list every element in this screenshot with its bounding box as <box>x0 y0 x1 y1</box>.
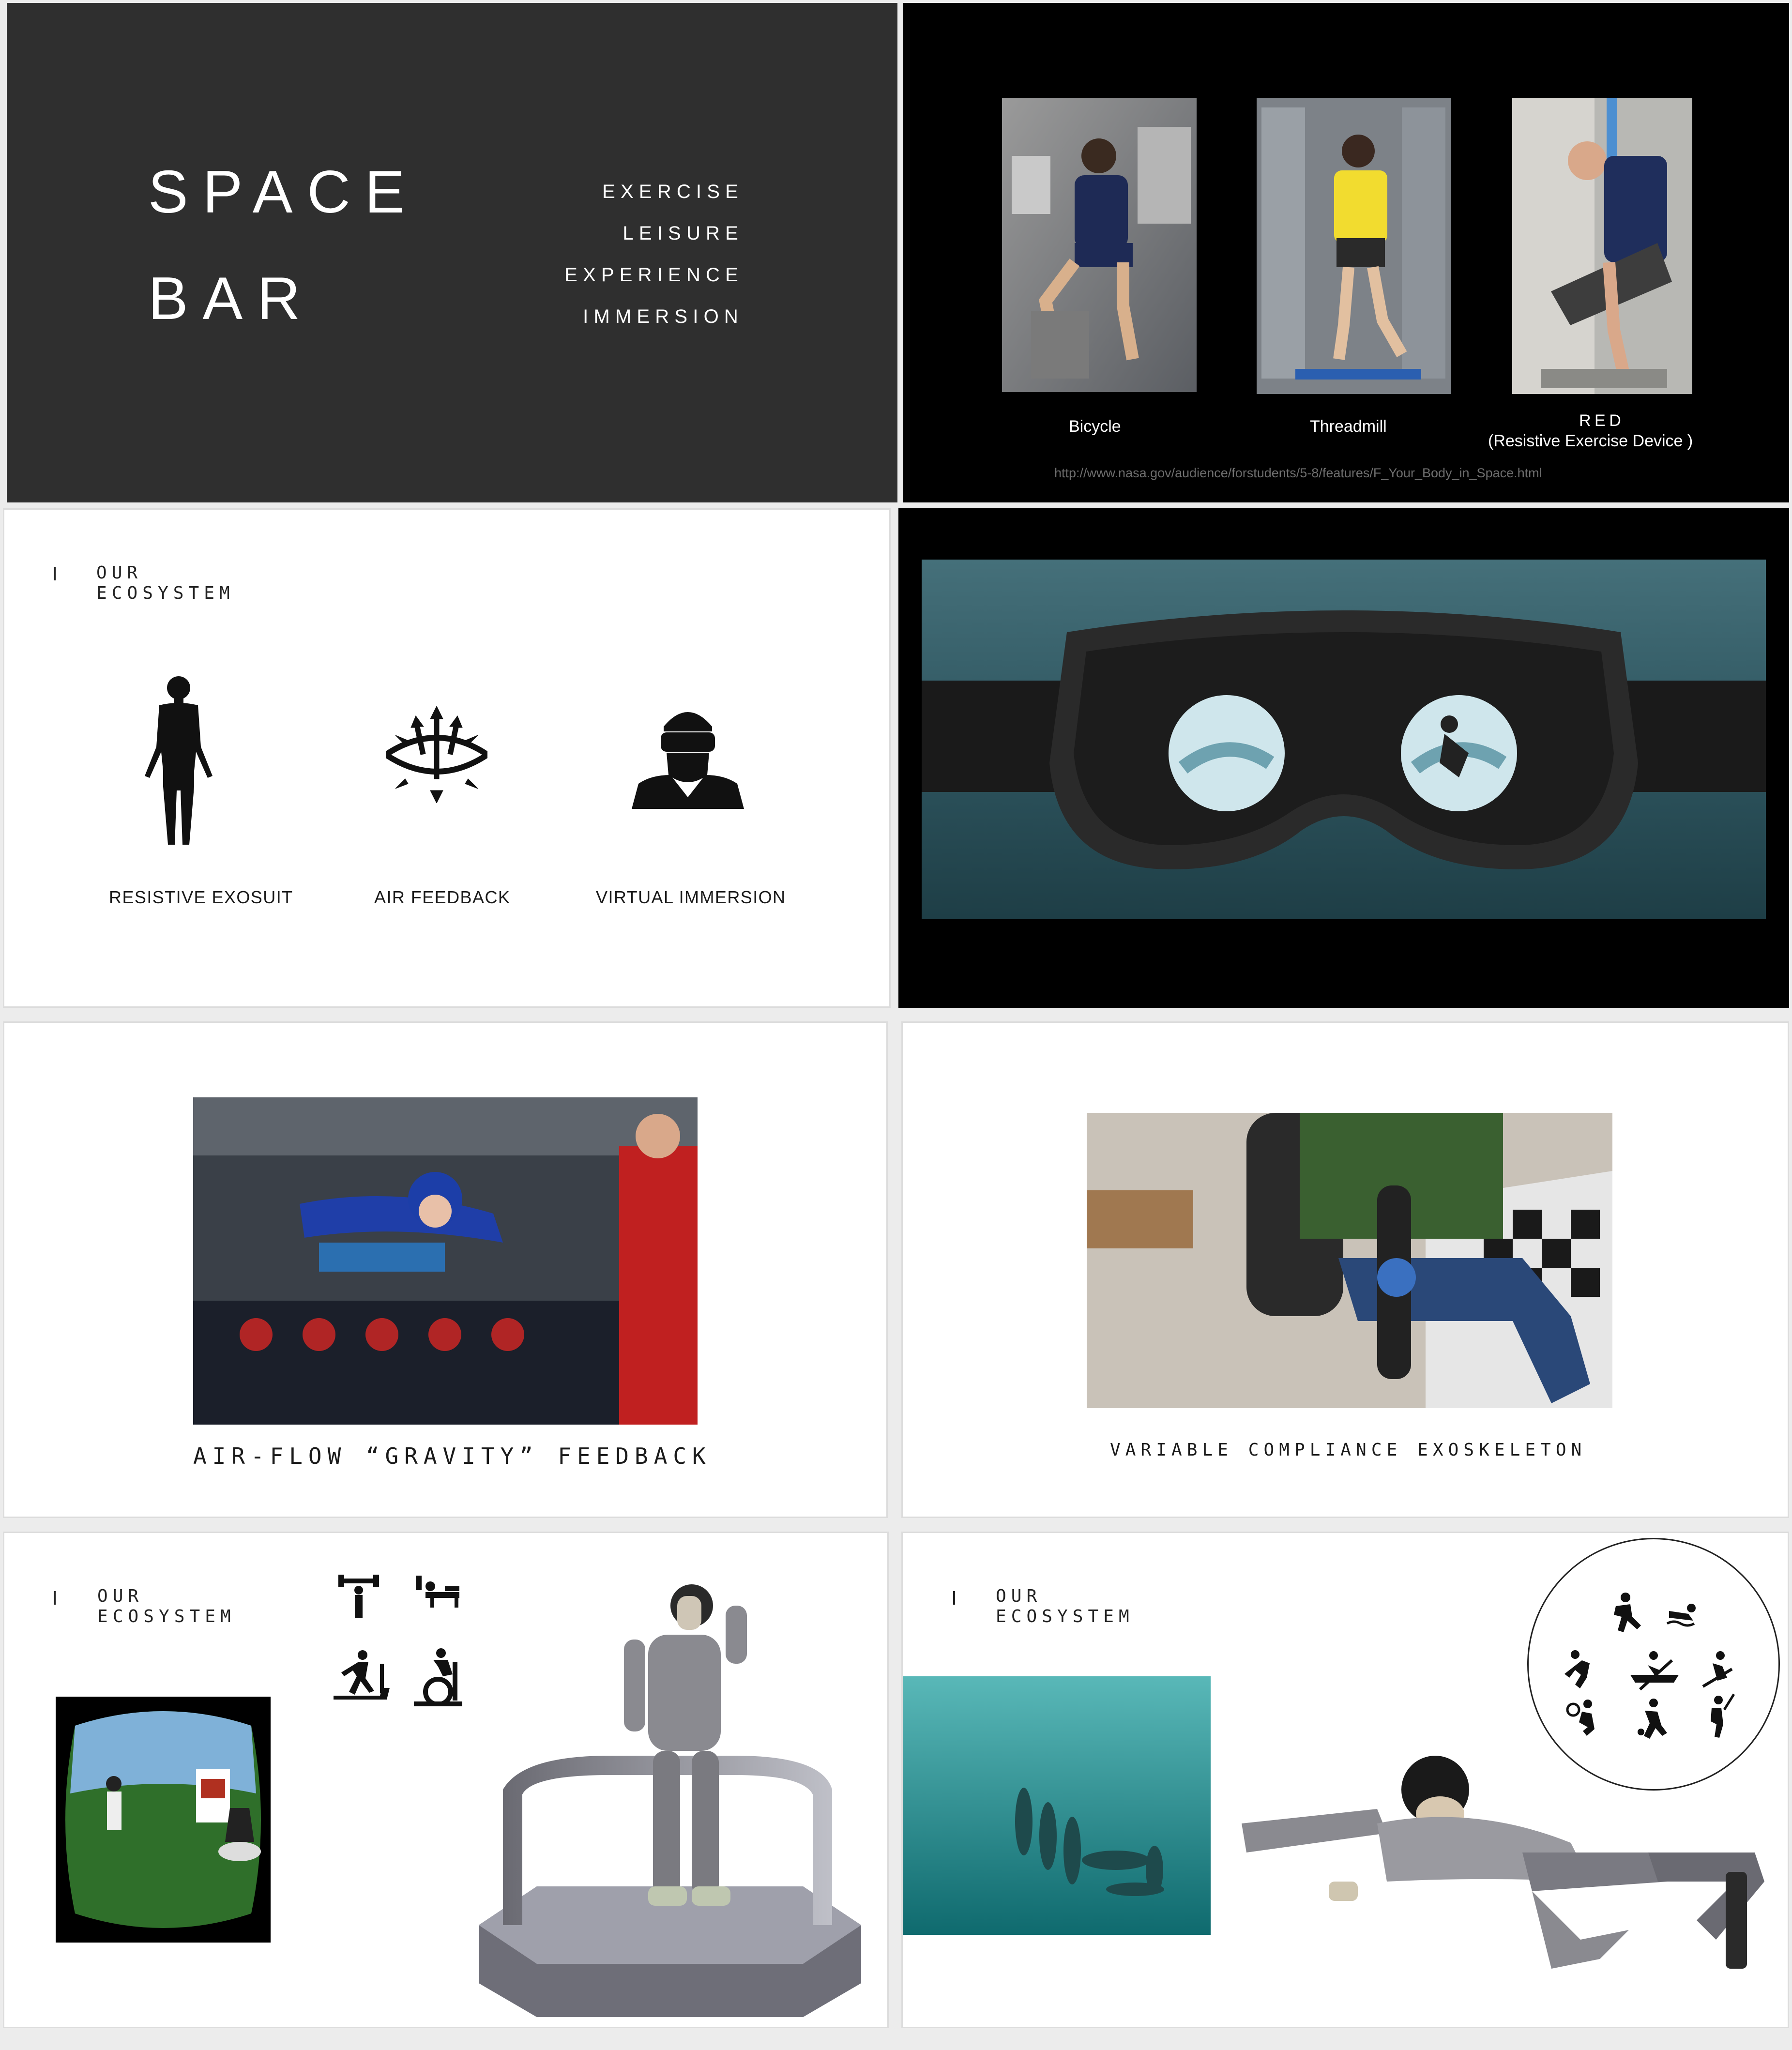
air-arrows-icon <box>386 706 487 803</box>
menu-exercise[interactable]: EXERCISE <box>602 181 744 203</box>
label-air-feedback: AIR FEEDBACK <box>374 887 511 907</box>
caption-red-full: (Resistive Exercise Device ) <box>1488 432 1693 450</box>
label-virtual-immersion: VIRTUAL IMMERSION <box>596 887 786 907</box>
photo-bicycle <box>1002 98 1197 392</box>
photo-red-device <box>1512 98 1692 394</box>
caption-red: RED <box>1579 411 1625 430</box>
heading-our: OUR <box>96 563 143 583</box>
exoskeleton-photo <box>1087 1113 1612 1408</box>
slide-nasa-exercise: Bicycle Threadmill RED (Resistive Exerci… <box>903 3 1789 502</box>
photo-treadmill <box>1257 98 1451 394</box>
soccer-icon <box>1638 1699 1667 1739</box>
fisheye-vr-photo <box>56 1697 271 1943</box>
heading-our: OUR <box>996 1586 1042 1606</box>
heading-marker <box>54 567 56 580</box>
slide-exoskeleton: VARIABLE COMPLIANCE EXOSKELETON <box>901 1021 1789 1518</box>
slide-ecosystem-icons: OUR ECOSYSTEM RESISTIVE EXOSUIT AIR FEED… <box>3 508 891 1008</box>
slide-vr-headset <box>898 508 1789 1008</box>
golf-icon <box>1711 1693 1735 1738</box>
airflow-photo <box>193 1097 698 1425</box>
sports-icons-circle <box>1527 1538 1780 1791</box>
menu-experience[interactable]: EXPERIENCE <box>564 264 744 286</box>
exercise-bike-icon <box>414 1647 462 1706</box>
title-bar: BAR <box>148 265 315 332</box>
treadmill-icon <box>334 1649 390 1707</box>
caption-airflow: AIR-FLOW “GRAVITY” FEEDBACK <box>193 1443 712 1469</box>
slide-airflow: AIR-FLOW “GRAVITY” FEEDBACK <box>3 1021 888 1518</box>
human-body-icon <box>140 674 217 849</box>
menu-immersion[interactable]: IMMERSION <box>583 306 744 328</box>
skiing-icon <box>1702 1651 1733 1688</box>
caption-exoskeleton: VARIABLE COMPLIANCE EXOSKELETON <box>1110 1440 1587 1460</box>
source-url[interactable]: http://www.nasa.gov/audience/forstudents… <box>1054 466 1542 481</box>
vr-headset-person-icon <box>632 702 744 809</box>
vr-headset-photo <box>922 560 1766 919</box>
heading-ecosystem: ECOSYSTEM <box>96 583 235 603</box>
caption-treadmill: Threadmill <box>1310 417 1387 436</box>
slide-title: SPACE BAR EXERCISE LEISURE EXPERIENCE IM… <box>7 3 897 502</box>
caption-bicycle: Bicycle <box>1069 417 1121 436</box>
title-space: SPACE <box>148 159 419 226</box>
sprinting-icon <box>1614 1593 1641 1632</box>
dolphins-underwater-photo <box>903 1676 1211 1935</box>
rowing-icon <box>1630 1651 1679 1691</box>
swimming-icon <box>1666 1604 1696 1627</box>
bench-press-icon <box>416 1576 464 1610</box>
menu-leisure[interactable]: LEISURE <box>623 223 744 244</box>
slide-ecosystem-rig: OUR ECOSYSTEM <box>3 1532 889 2028</box>
tennis-icon <box>1566 1700 1595 1736</box>
slide-ecosystem-flying: OUR ECOSYSTEM <box>901 1532 1789 2028</box>
heading-marker <box>953 1591 955 1605</box>
volleyball-icon <box>1564 1650 1590 1688</box>
heading-ecosystem: ECOSYSTEM <box>97 1607 236 1626</box>
label-resistive-exosuit: RESISTIVE EXOSUIT <box>109 887 293 907</box>
heading-ecosystem: ECOSYSTEM <box>996 1607 1134 1626</box>
heading-marker <box>54 1591 56 1605</box>
weightlifting-icon <box>338 1572 379 1618</box>
heading-our: OUR <box>97 1586 144 1606</box>
exoskeleton-rig-render <box>464 1577 876 2022</box>
